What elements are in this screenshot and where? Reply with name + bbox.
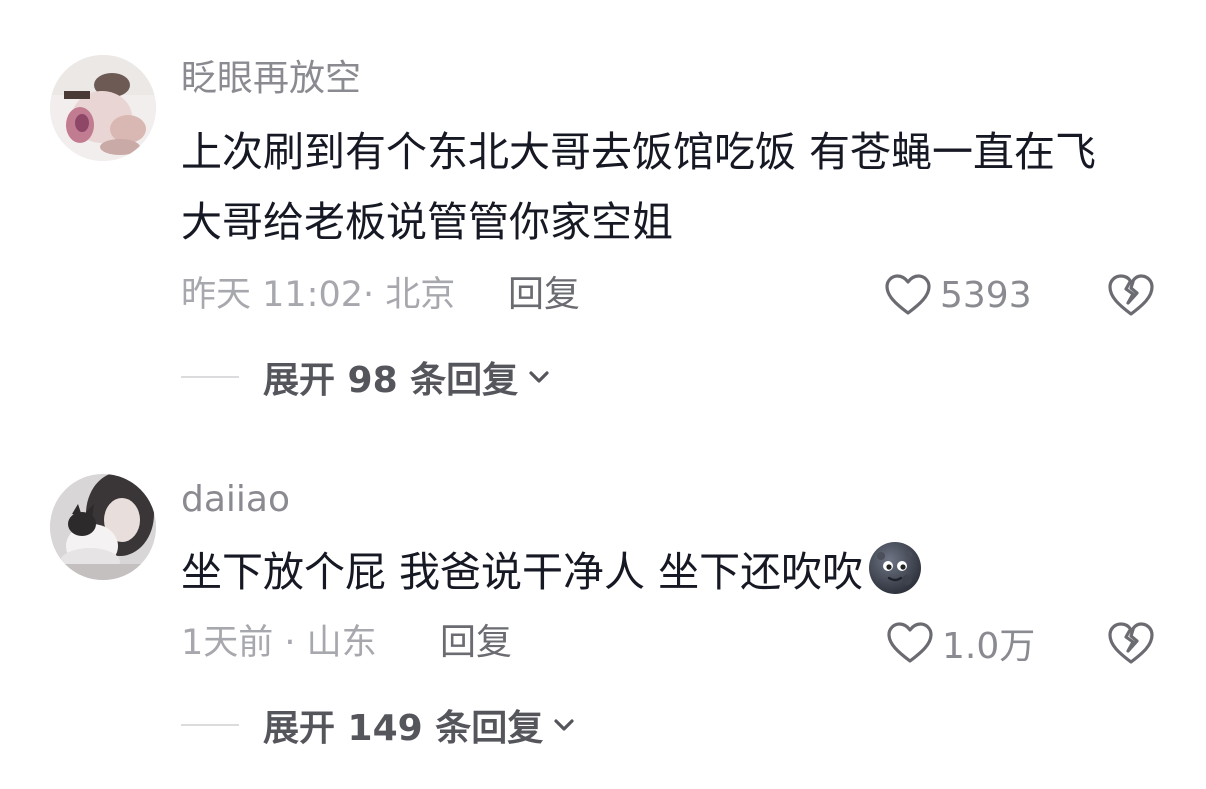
like-count: 1.0万 xyxy=(942,626,1036,667)
comment-text: 上次刷到有个东北大哥去饭馆吃饭 有苍蝇一直在飞 大哥给老板说管管你家空姐 xyxy=(181,117,1141,257)
avatar[interactable] xyxy=(50,55,156,161)
comment-text-content: 坐下放个屁 我爸说干净人 坐下还吹吹 xyxy=(181,548,864,596)
reply-button[interactable]: 回复 xyxy=(508,273,580,317)
avatar-image xyxy=(50,55,156,161)
expand-replies-button[interactable]: 展开 98 条回复 xyxy=(181,352,552,402)
reply-button[interactable]: 回复 xyxy=(440,621,512,665)
username[interactable]: 眨眼再放空 xyxy=(181,57,361,101)
avatar[interactable] xyxy=(50,474,156,580)
heart-outline-icon xyxy=(885,274,931,315)
comment-text-content: 上次刷到有个东北大哥去饭馆吃饭 有苍蝇一直在飞 大哥给老板说管管你家空姐 xyxy=(181,128,1097,246)
chevron-down-icon xyxy=(529,371,549,383)
username[interactable]: daiiao xyxy=(181,478,290,522)
dislike-button[interactable] xyxy=(1106,620,1156,666)
broken-heart-icon xyxy=(1108,274,1154,316)
avatar-image xyxy=(50,474,156,580)
like-button[interactable]: 1.0万 xyxy=(886,618,1035,668)
chevron-down-icon xyxy=(554,719,574,731)
expand-replies-label: 展开 149 条回复 xyxy=(263,708,544,749)
expand-replies-button[interactable]: 展开 149 条回复 xyxy=(181,700,577,750)
comment-text: 坐下放个屁 我爸说干净人 坐下还吹吹 xyxy=(181,537,1141,607)
expand-divider xyxy=(181,376,239,378)
expand-replies-label: 展开 98 条回复 xyxy=(263,360,519,401)
like-count: 5393 xyxy=(940,274,1032,316)
dark-moon-face-emoji xyxy=(869,542,922,594)
heart-outline-icon xyxy=(887,622,933,663)
comment-time-location: 1天前 · 山东 xyxy=(181,623,377,663)
broken-heart-icon xyxy=(1108,622,1154,664)
expand-divider xyxy=(181,724,239,726)
dislike-button[interactable] xyxy=(1106,272,1156,318)
like-button[interactable]: 5393 xyxy=(884,270,1032,320)
comment-time-location: 昨天 11:02· 北京 xyxy=(181,275,456,315)
